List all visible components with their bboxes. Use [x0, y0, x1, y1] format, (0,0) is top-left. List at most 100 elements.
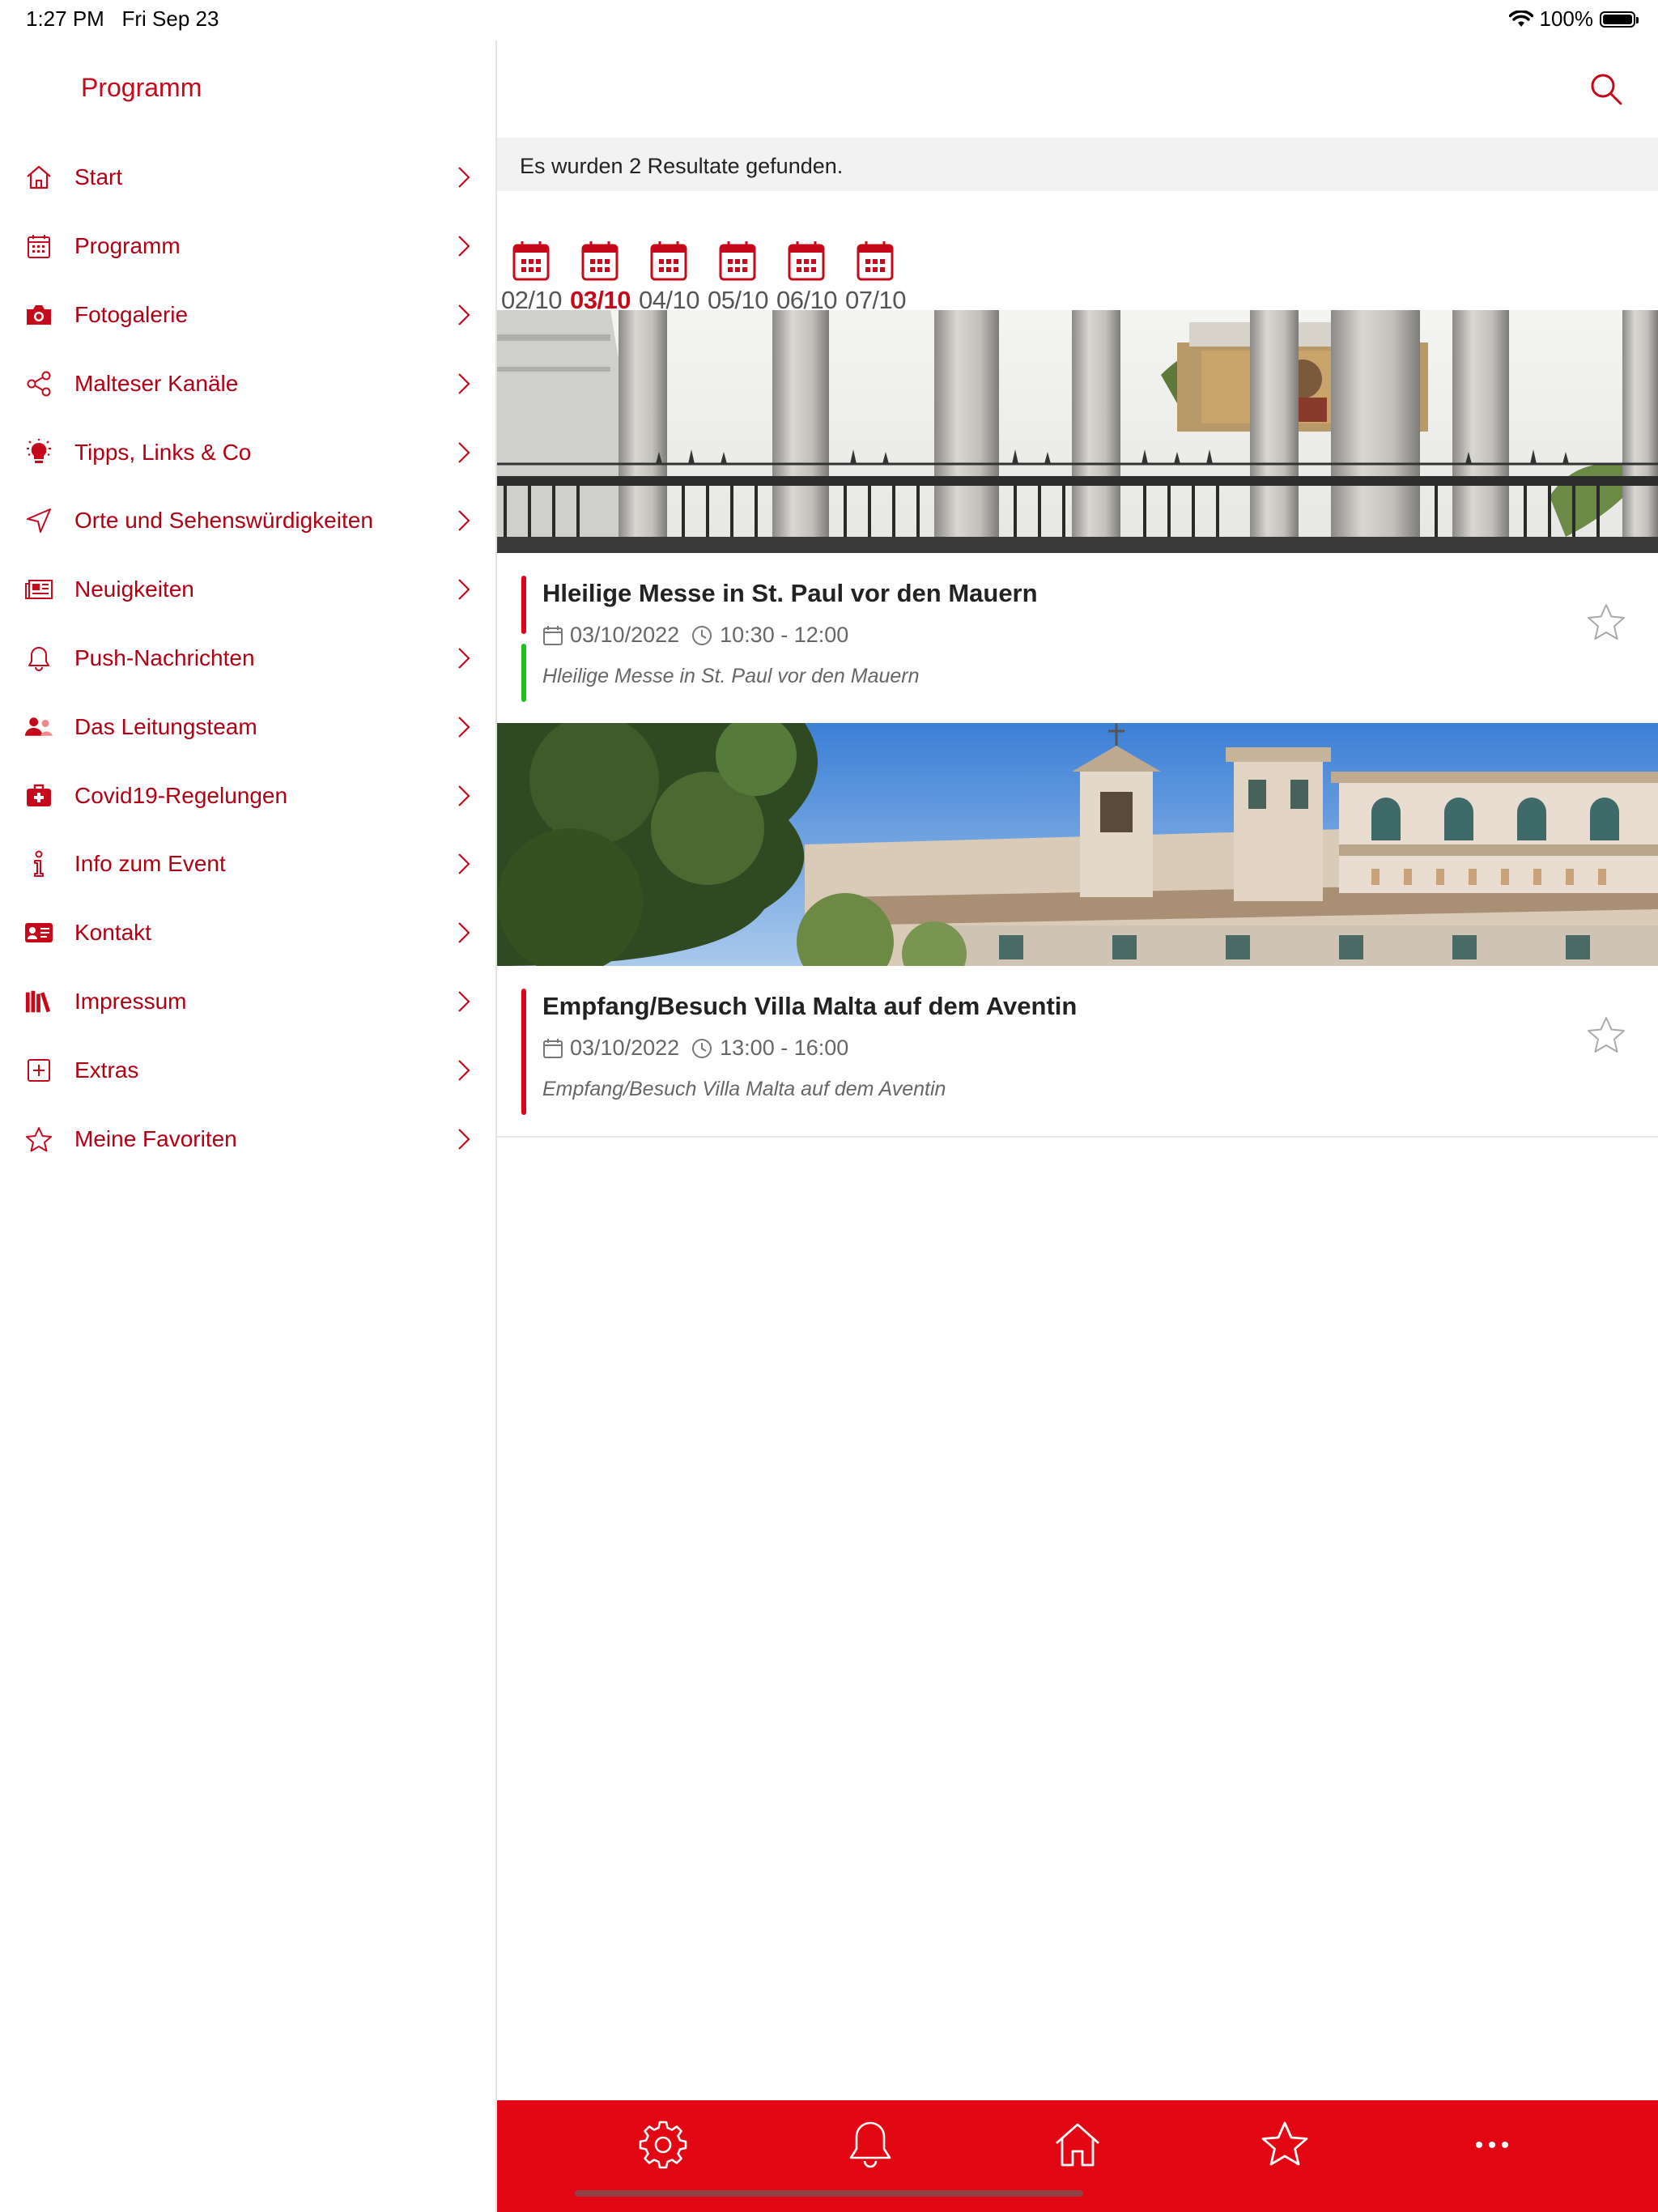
calendar-icon [24, 232, 53, 261]
home-icon [1056, 2123, 1099, 2167]
chevron-right-icon [458, 922, 470, 943]
tab-favorites[interactable] [1258, 2118, 1312, 2172]
calendar-icon [719, 241, 756, 281]
tab-notifications[interactable] [844, 2118, 897, 2172]
chevron-right-icon [458, 579, 470, 600]
sidebar-menu: Start Programm Fotogalerie Malteser Kanä… [0, 143, 495, 1173]
bell-icon [849, 2121, 891, 2168]
star-icon [1261, 2121, 1308, 2166]
event-image-villa[interactable] [497, 723, 1658, 966]
results-count-text: Es wurden 2 Resultate gefunden. [520, 154, 844, 178]
settings-icon [639, 2121, 687, 2169]
sidebar-item-malteser-kanaele[interactable]: Malteser Kanäle [0, 349, 495, 418]
tab-more[interactable] [1465, 2118, 1519, 2172]
sidebar-item-label: Programm [74, 233, 181, 259]
users-icon [24, 713, 53, 742]
sidebar-item-orte[interactable]: Orte und Sehenswürdigkeiten [0, 487, 495, 555]
calendar-icon [857, 241, 894, 281]
sidebar-item-label: Neuigkeiten [74, 576, 194, 602]
chevron-right-icon [458, 510, 470, 532]
chevron-right-icon [458, 373, 470, 394]
category-marker-red [521, 576, 526, 634]
chevron-right-icon [458, 716, 470, 738]
chevron-right-icon [458, 167, 470, 189]
event-date: 03/10/2022 [570, 623, 680, 647]
bell-icon [24, 644, 53, 673]
event-subtitle: Hleilige Messe in St. Paul vor den Mauer… [542, 665, 920, 687]
results-bar: Es wurden 2 Resultate gefunden. [497, 138, 1658, 191]
wifi-icon [1508, 10, 1533, 27]
sidebar-item-favoriten[interactable]: Meine Favoriten [0, 1104, 495, 1173]
event-meta: 03/10/2022 10:30 - 12:00 [542, 623, 848, 648]
category-marker-red [521, 989, 526, 1115]
villa-malta-photo [497, 723, 1658, 966]
sidebar-item-impressum[interactable]: Impressum [0, 968, 495, 1036]
calendar-icon [581, 241, 619, 281]
chevron-right-icon [458, 991, 470, 1012]
calendar-icon [543, 625, 563, 645]
sidebar-item-fotogalerie[interactable]: Fotogalerie [0, 281, 495, 350]
chevron-right-icon [458, 441, 470, 463]
calendar-icon [543, 1038, 563, 1058]
event-image-basilica[interactable] [497, 310, 1658, 553]
event-title: Empfang/Besuch Villa Malta auf dem Avent… [542, 992, 1078, 1020]
favorite-star-icon[interactable] [1585, 602, 1627, 644]
status-bar: 1:27 PM Fri Sep 23 100% [0, 0, 1658, 40]
sidebar-item-start[interactable]: Start [0, 143, 495, 212]
sidebar-item-leitungsteam[interactable]: Das Leitungsteam [0, 692, 495, 761]
calendar-icon [788, 241, 825, 281]
tab-home[interactable] [1051, 2118, 1104, 2172]
tab-settings[interactable] [636, 2118, 690, 2172]
books-icon [24, 987, 53, 1016]
battery-icon [1600, 11, 1639, 28]
sidebar-item-label: Covid19-Regelungen [74, 782, 288, 808]
sidebar-item-push[interactable]: Push-Nachrichten [0, 624, 495, 693]
chevron-right-icon [458, 648, 470, 669]
main-content: Es wurden 2 Resultate gefunden. 02/10 03… [497, 40, 1658, 2212]
sidebar-item-tipps[interactable]: Tipps, Links & Co [0, 418, 495, 487]
chevron-right-icon [458, 1128, 470, 1150]
sidebar-title: Programm [81, 73, 202, 102]
status-indicators: 100% [1508, 6, 1639, 32]
share-icon [24, 369, 53, 398]
event-time: 13:00 - 16:00 [720, 1036, 849, 1060]
status-time: 1:27 PM Fri Sep 23 [26, 6, 219, 31]
favorite-star-icon[interactable] [1585, 1015, 1627, 1057]
event-card[interactable]: Empfang/Besuch Villa Malta auf dem Avent… [497, 966, 1658, 1138]
clock-icon [692, 1038, 712, 1058]
sidebar-item-neuigkeiten[interactable]: Neuigkeiten [0, 555, 495, 624]
sidebar-item-info[interactable]: Info zum Event [0, 830, 495, 899]
medical-kit-icon [24, 781, 53, 810]
sidebar-item-programm[interactable]: Programm [0, 212, 495, 281]
top-bar [497, 40, 1658, 138]
star-icon [24, 1125, 53, 1154]
event-date: 03/10/2022 [570, 1036, 680, 1060]
sidebar-item-label: Kontakt [74, 920, 151, 946]
contact-card-icon [24, 918, 53, 947]
category-marker-green [521, 644, 526, 702]
lightbulb-icon [24, 438, 53, 467]
basilica-columns-photo [497, 310, 1658, 553]
home-icon [24, 163, 53, 192]
sidebar-item-covid[interactable]: Covid19-Regelungen [0, 761, 495, 830]
search-icon[interactable] [1587, 70, 1626, 108]
sidebar-item-label: Impressum [74, 988, 187, 1014]
chevron-right-icon [458, 785, 470, 806]
sidebar-item-kontakt[interactable]: Kontakt [0, 899, 495, 968]
sidebar-item-label: Malteser Kanäle [74, 370, 239, 396]
chevron-right-icon [458, 1059, 470, 1081]
sidebar-item-label: Tipps, Links & Co [74, 439, 252, 465]
event-subtitle: Empfang/Besuch Villa Malta auf dem Avent… [542, 1078, 946, 1100]
chevron-right-icon [458, 236, 470, 257]
sidebar-item-extras[interactable]: Extras [0, 1036, 495, 1104]
more-icon [1476, 2142, 1508, 2148]
battery-percent: 100% [1539, 6, 1594, 31]
camera-icon [24, 300, 53, 330]
event-card[interactable]: Hleilige Messe in St. Paul vor den Mauer… [497, 553, 1658, 725]
event-title: Hleilige Messe in St. Paul vor den Mauer… [542, 579, 1038, 607]
sidebar-item-label: Das Leitungsteam [74, 713, 257, 739]
sidebar-item-label: Fotogalerie [74, 301, 189, 327]
clock-icon [692, 625, 712, 645]
sidebar-item-label: Start [74, 164, 123, 190]
info-icon [24, 849, 53, 878]
